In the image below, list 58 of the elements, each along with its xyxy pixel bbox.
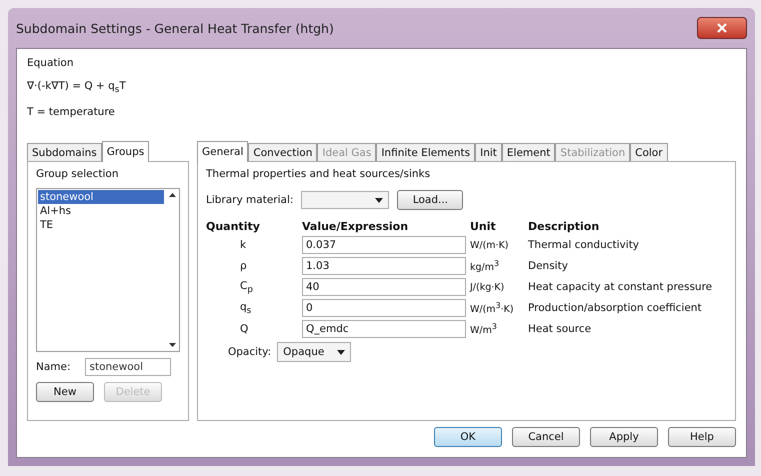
scroll-down-icon[interactable] [168,343,176,348]
tab[interactable]: Infinite Elements [376,143,476,162]
quantity-symbol: ρ [239,260,248,272]
equation-formula: ∇·(-k∇T) = Q + q$_{s}$T [27,80,127,96]
tab[interactable]: Groups [102,141,150,162]
unit-text: W/(m·K) [470,240,510,251]
equation-legend: T = temperature [27,106,736,118]
value-field[interactable]: 0.037 [302,236,466,254]
load-button[interactable]: Load... [397,190,464,210]
name-field[interactable]: stonewool [84,358,171,376]
section-heading: Equation [27,57,75,69]
value-field[interactable]: 0 [302,299,466,318]
unit-text: W/(m$^{3}$·K) [470,301,515,316]
quantity-symbol: Q [239,323,250,336]
value-field[interactable]: 1.03 [302,257,466,276]
action-button[interactable]: New [36,382,94,402]
unit-text: W/m$^{3}$ [470,322,498,336]
description-text: Heat source [528,323,592,336]
dialog-button[interactable]: Cancel [512,427,580,447]
opacity-dropdown[interactable]: Opaque [277,342,352,362]
dialog-button[interactable]: OK [434,427,502,447]
description-text: Production/absorption coefficient [528,302,703,314]
dropdown-caret-icon [337,350,346,355]
dialog-button[interactable]: Help [668,427,736,447]
list-item[interactable]: stonewool [38,190,164,204]
unit-text: kg/m$^{3}$ [470,259,500,274]
column-header: Unit [470,220,497,234]
unit-text: J/(kg·K) [470,282,506,293]
tab[interactable]: Convection [248,143,318,162]
field-label: Name: [36,361,71,374]
column-header: Quantity [206,220,261,234]
close-icon [717,23,727,33]
tab[interactable]: Color [630,143,668,162]
value-field[interactable]: 40 [302,278,466,296]
tab[interactable]: Element [502,143,556,162]
value-field[interactable]: Q_emdc [302,320,466,338]
field-label: Library material: [206,194,294,206]
close-button[interactable] [697,17,747,39]
tab[interactable]: Init [475,143,502,162]
description-text: Heat capacity at constant pressure [528,281,714,294]
description-text: Density [528,260,569,272]
quantity-symbol: k [239,239,248,252]
quantity-symbol: q$_{s}$ [239,300,252,316]
description-text: Thermal conductivity [528,239,640,252]
tab[interactable]: Subdomains [27,143,102,162]
list-item[interactable]: Al+hs [38,204,164,218]
window-title: Subdomain Settings - General Heat Transfer (htgh) [16,20,334,36]
section-heading: Group selection [36,168,118,180]
scroll-up-icon[interactable] [168,193,176,198]
dropdown-caret-icon [375,198,384,203]
tab[interactable]: General [197,141,248,162]
column-header: Description [528,220,600,234]
section-heading: Thermal properties and heat sources/sinks [206,168,430,180]
quantity-symbol: C$_{p}$ [239,280,254,295]
field-label: Opacity: [228,346,272,358]
column-header: Value/Expression [302,220,410,234]
list-item[interactable]: TE [38,218,164,232]
dialog-button[interactable]: Apply [590,427,658,447]
